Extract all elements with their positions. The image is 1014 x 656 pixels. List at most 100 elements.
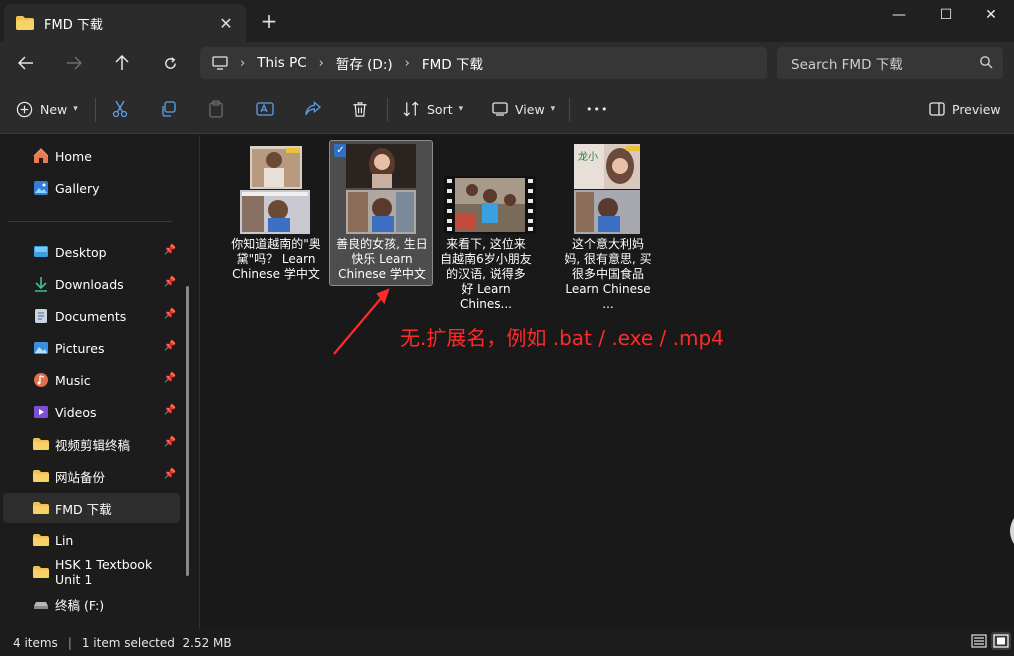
file-name-line: 好 Learn Chines...: [459, 282, 512, 311]
file-name-line: 黛"吗？ Learn: [236, 252, 316, 266]
forward-button[interactable]: [60, 50, 88, 76]
up-button[interactable]: [108, 50, 136, 76]
sidebar-item-lin[interactable]: Lin: [3, 525, 180, 555]
paste-button[interactable]: [208, 96, 224, 122]
folder-icon: [33, 438, 49, 450]
search-icon: [980, 56, 993, 69]
delete-button[interactable]: [352, 96, 368, 122]
share-button[interactable]: [304, 96, 321, 122]
search-input[interactable]: Search FMD 下载: [777, 47, 1003, 79]
sidebar-item-label: FMD 下载: [55, 501, 112, 517]
download-icon: [35, 277, 47, 292]
sidebar-item-downloads[interactable]: Downloads 📌: [3, 269, 180, 299]
sidebar-item-gallery[interactable]: Gallery: [3, 173, 180, 203]
copy-icon: [162, 101, 176, 117]
gallery-icon: [34, 181, 48, 195]
file-name-line: Learn Chinese ...: [565, 282, 651, 311]
svg-text:龙小: 龙小: [578, 150, 598, 163]
sidebar-item-videos[interactable]: Videos 📌: [3, 397, 180, 427]
copy-button[interactable]: [160, 96, 176, 122]
new-tab-button[interactable]: +: [258, 9, 280, 33]
list-view-icon: [971, 634, 987, 648]
preview-button[interactable]: Preview: [929, 96, 1001, 122]
tab-close-button[interactable]: ✕: [216, 13, 236, 33]
sidebar-item-label: 网站备份: [55, 469, 106, 485]
arrow-left-icon: [18, 56, 33, 70]
home-icon: [33, 148, 49, 163]
view-button[interactable]: View ▾: [492, 96, 555, 122]
annotation-arrow-icon: [333, 288, 390, 355]
file-name-line: Chinese 学中文: [338, 267, 426, 281]
file-item-selected[interactable]: ✓ 善良的女孩, 生日 快乐 Learn Chinese 学中文: [329, 140, 433, 286]
video-thumbnail: [346, 144, 416, 234]
file-item[interactable]: 来看下, 这位来 自越南6岁小朋友 的汉语, 说得多 好 Learn Chine…: [434, 141, 538, 311]
folder-icon: [33, 470, 49, 482]
sidebar-item-desktop[interactable]: Desktop 📌: [3, 237, 180, 267]
new-button[interactable]: New ▾: [16, 96, 78, 122]
chevron-down-icon: ▾: [550, 104, 556, 114]
close-window-button[interactable]: ✕: [968, 0, 1014, 30]
sidebar-item-label: 视频剪辑终稿: [55, 437, 131, 453]
sidebar-item-fmd[interactable]: FMD 下载: [3, 493, 180, 523]
picture-icon: [34, 342, 48, 354]
scissors-icon: [112, 100, 128, 118]
rename-button[interactable]: [256, 96, 274, 122]
pin-icon: 📌: [163, 245, 176, 256]
breadcrumb-drive-d[interactable]: 暂存 (D:): [336, 53, 393, 73]
sidebar-scrollbar[interactable]: [186, 286, 189, 576]
plus-circle-icon: [16, 101, 33, 117]
more-options-button[interactable]: •••: [586, 96, 608, 122]
scroll-handle-icon[interactable]: [1006, 518, 1014, 544]
video-thumbnail: [444, 176, 536, 234]
address-bar[interactable]: › This PC › 暂存 (D:) › FMD 下载: [200, 47, 767, 79]
folder-icon: [16, 16, 34, 30]
selection-info: 1 item selected 2.52 MB: [81, 635, 232, 650]
tab-title: FMD 下载: [44, 17, 103, 33]
details-view-button[interactable]: [969, 632, 989, 650]
file-name-line: 很多中国食品: [571, 267, 644, 281]
file-list[interactable]: 你知道越南的"奥 黛"吗？ Learn Chinese 学中文 ✓ 善良的女孩,…: [200, 135, 1014, 629]
file-item[interactable]: 龙小 这个意大利妈 妈, 很有意思, 买 很多中国食品 Learn Chines…: [556, 141, 660, 311]
chevron-right-icon: ›: [404, 55, 410, 71]
sidebar-item-video-editing[interactable]: 视频剪辑终稿 📌: [3, 429, 180, 459]
sidebar-item-label: Home: [55, 148, 92, 164]
folder-icon: [33, 502, 49, 514]
breadcrumb-this-pc[interactable]: This PC: [257, 55, 306, 71]
chevron-right-icon: ›: [318, 55, 324, 71]
divider: [387, 98, 388, 122]
sidebar-item-documents[interactable]: Documents 📌: [3, 301, 180, 331]
document-icon: [35, 309, 47, 323]
preview-pane-icon: [929, 102, 945, 116]
tiles-view-button[interactable]: [991, 632, 1011, 650]
chevron-down-icon: ▾: [458, 104, 464, 114]
sidebar-item-hsk[interactable]: HSK 1 Textbook Unit 1: [3, 557, 180, 587]
breadcrumb-fmd[interactable]: FMD 下载: [422, 53, 483, 73]
sidebar-item-music[interactable]: Music 📌: [3, 365, 180, 395]
sidebar-item-website-backup[interactable]: 网站备份 📌: [3, 461, 180, 491]
maximize-button[interactable]: ☐: [923, 0, 969, 30]
refresh-button[interactable]: [156, 50, 184, 76]
music-icon: [34, 373, 48, 387]
file-item[interactable]: 你知道越南的"奥 黛"吗？ Learn Chinese 学中文: [224, 141, 328, 287]
tab-fmd[interactable]: FMD 下载 ✕: [4, 4, 246, 42]
rename-icon: [256, 102, 274, 116]
pin-icon: 📌: [163, 469, 176, 480]
file-name-line: Chinese 学中文: [232, 267, 320, 281]
cut-button[interactable]: [112, 96, 128, 122]
sort-button[interactable]: Sort ▾: [403, 96, 463, 122]
divider: [95, 98, 96, 122]
trash-icon: [353, 101, 367, 117]
back-button[interactable]: [12, 50, 40, 76]
pin-icon: 📌: [163, 437, 176, 448]
command-bar: New ▾ Sort ▾ View ▾ ••• Preview: [0, 84, 1014, 134]
file-name: 你知道越南的"奥 黛"吗？ Learn Chinese 学中文: [226, 237, 326, 282]
pin-icon: 📌: [163, 309, 176, 320]
sidebar-item-home[interactable]: Home: [3, 141, 180, 171]
sidebar-item-drive-f[interactable]: 终稿 (F:): [3, 589, 180, 619]
file-name-line: 这个意大利妈: [571, 237, 644, 251]
file-name-line: 的汉语, 说得多: [446, 267, 526, 281]
file-name-line: 自越南6岁小朋友: [440, 252, 532, 266]
sidebar-item-pictures[interactable]: Pictures 📌: [3, 333, 180, 363]
minimize-button[interactable]: —: [876, 0, 922, 30]
desktop-icon: [34, 246, 48, 257]
